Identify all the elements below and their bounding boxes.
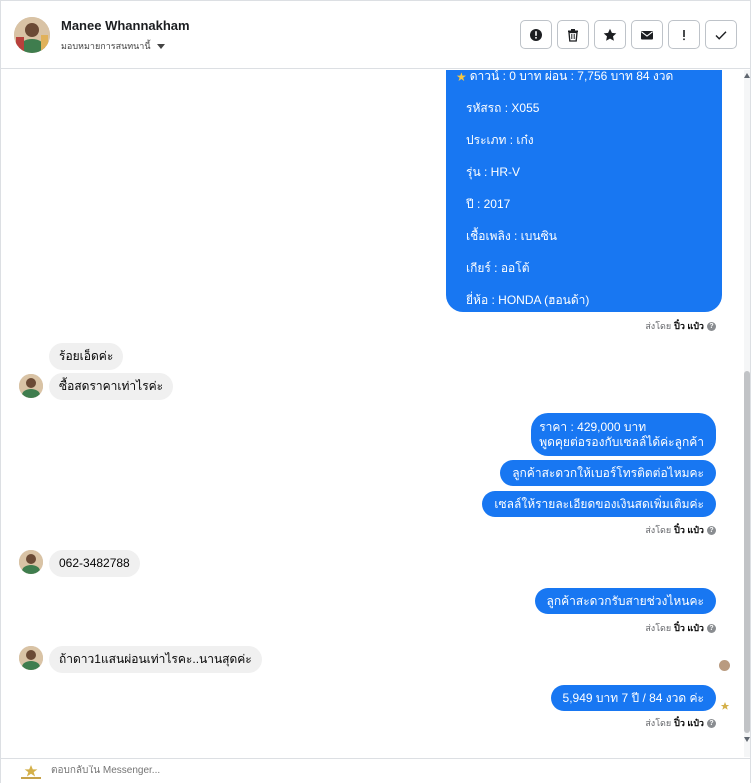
- check-icon: [715, 30, 727, 40]
- outgoing-message[interactable]: ลูกค้าสะดวกให้เบอร์โทรติดต่อไหมคะ: [500, 460, 716, 486]
- sent-by-name: ปิ๋ว แป๋ว: [674, 321, 704, 331]
- card-down-payment-line: ★ ดาวน์ : 0 บาท ผ่อน : 7,756 บาท 84 งวด: [456, 70, 673, 86]
- outgoing-message[interactable]: ลูกค้าสะดวกรับสายช่วงไหนคะ: [534, 588, 716, 614]
- reply-composer: [1, 758, 750, 783]
- outgoing-message[interactable]: 5,949 บาท 7 ปี / 84 งวด ค่ะ: [550, 685, 716, 711]
- contact-name[interactable]: Manee Whannakham: [61, 18, 190, 33]
- car-info-message[interactable]: ★ ดาวน์ : 0 บาท ผ่อน : 7,756 บาท 84 งวด …: [446, 70, 722, 312]
- sent-by-label: ส่งโดย ปิ๋ว แป๋ว ?: [645, 716, 716, 730]
- scrollbar-thumb[interactable]: [744, 371, 750, 733]
- scroll-down-arrow-icon[interactable]: [744, 737, 750, 742]
- mark-done-button[interactable]: [705, 20, 737, 49]
- sent-by-prefix: ส่งโดย: [645, 718, 672, 728]
- outgoing-price-message[interactable]: ราคา : 429,000 บาท พูดคุยต่อรองกับเซลล์ไ…: [531, 413, 716, 456]
- page-logo-icon: [720, 702, 730, 710]
- scroll-up-arrow-icon[interactable]: [744, 73, 750, 78]
- conversation-actions: [520, 20, 737, 49]
- incoming-message[interactable]: 062-3482788: [49, 550, 140, 577]
- card-car-code: รหัสรถ : X055: [466, 101, 540, 115]
- card-car-gear: เกียร์ : ออโต้: [466, 261, 530, 275]
- messenger-conversation-window: Manee Whannakham มอบหมายการสนทนานี้ ★ ดา…: [0, 0, 751, 783]
- alert-circle-icon: [530, 28, 542, 41]
- info-icon[interactable]: ?: [707, 718, 716, 728]
- exclamation-icon: [683, 29, 685, 40]
- contact-avatar-small: [19, 374, 43, 398]
- card-car-brand: ยี่ห้อ : HONDA (ฮอนด้า): [466, 293, 590, 307]
- info-icon[interactable]: ?: [707, 321, 716, 331]
- star-button[interactable]: [594, 20, 626, 49]
- star-icon: [603, 28, 617, 41]
- card-car-year: ปี : 2017: [466, 197, 511, 211]
- reply-input[interactable]: [51, 765, 651, 776]
- sent-by-prefix: ส่งโดย: [645, 623, 672, 633]
- incoming-message[interactable]: ร้อยเอ็ดค่ะ: [49, 343, 124, 370]
- card-car-model: รุ่น : HR-V: [466, 165, 520, 179]
- sent-by-name: ปิ๋ว แป๋ว: [674, 525, 704, 535]
- star-icon: ★: [456, 70, 467, 84]
- sent-by-prefix: ส่งโดย: [645, 321, 672, 331]
- sent-by-label: ส่งโดย ปิ๋ว แป๋ว ?: [645, 621, 716, 635]
- sent-by-name: ปิ๋ว แป๋ว: [674, 718, 704, 728]
- seen-avatar: [719, 660, 730, 671]
- contact-avatar-small: [19, 646, 43, 670]
- assign-label: มอบหมายการสนทนานี้: [61, 41, 151, 51]
- sent-by-label: ส่งโดย ปิ๋ว แป๋ว ?: [645, 523, 716, 537]
- follow-up-button[interactable]: [668, 20, 700, 49]
- sent-by-name: ปิ๋ว แป๋ว: [674, 623, 704, 633]
- info-icon[interactable]: ?: [707, 525, 716, 535]
- contact-avatar-small: [19, 550, 43, 574]
- sent-by-prefix: ส่งโดย: [645, 525, 672, 535]
- page-logo-icon: [21, 765, 41, 779]
- card-car-type: ประเภท : เก๋ง: [466, 133, 534, 147]
- contact-avatar[interactable]: [14, 17, 50, 53]
- mark-unread-button[interactable]: [631, 20, 663, 49]
- negotiate-line: พูดคุยต่อรองกับเซลล์ได้ค่ะลูกค้า: [539, 435, 704, 449]
- incoming-message[interactable]: ซื้อสดราคาเท่าไรค่ะ: [49, 373, 174, 400]
- outgoing-message[interactable]: เซลล์ให้รายละเอียดของเงินสดเพิ่มเติมค่ะ: [482, 491, 716, 517]
- conversation-header: Manee Whannakham มอบหมายการสนทนานี้: [1, 1, 750, 69]
- message-thread[interactable]: ★ ดาวน์ : 0 บาท ผ่อน : 7,756 บาท 84 งวด …: [1, 70, 746, 757]
- info-icon[interactable]: ?: [707, 623, 716, 633]
- card-down-payment-text: ดาวน์ : 0 บาท ผ่อน : 7,756 บาท 84 งวด: [469, 70, 674, 83]
- price-line: ราคา : 429,000 บาท: [539, 420, 647, 434]
- delete-button[interactable]: [557, 20, 589, 49]
- sent-by-label: ส่งโดย ปิ๋ว แป๋ว ?: [645, 319, 716, 333]
- assign-conversation-dropdown[interactable]: มอบหมายการสนทนานี้: [61, 39, 165, 53]
- caret-down-icon: [156, 43, 165, 49]
- envelope-icon: [641, 30, 653, 39]
- trash-icon: [568, 28, 578, 42]
- card-car-fuel: เชื้อเพลิง : เบนซิน: [466, 229, 557, 243]
- incoming-message[interactable]: ถ้าดาว1แสนผ่อนเท่าไรคะ..นานสุดค่ะ: [49, 646, 262, 673]
- report-spam-button[interactable]: [520, 20, 552, 49]
